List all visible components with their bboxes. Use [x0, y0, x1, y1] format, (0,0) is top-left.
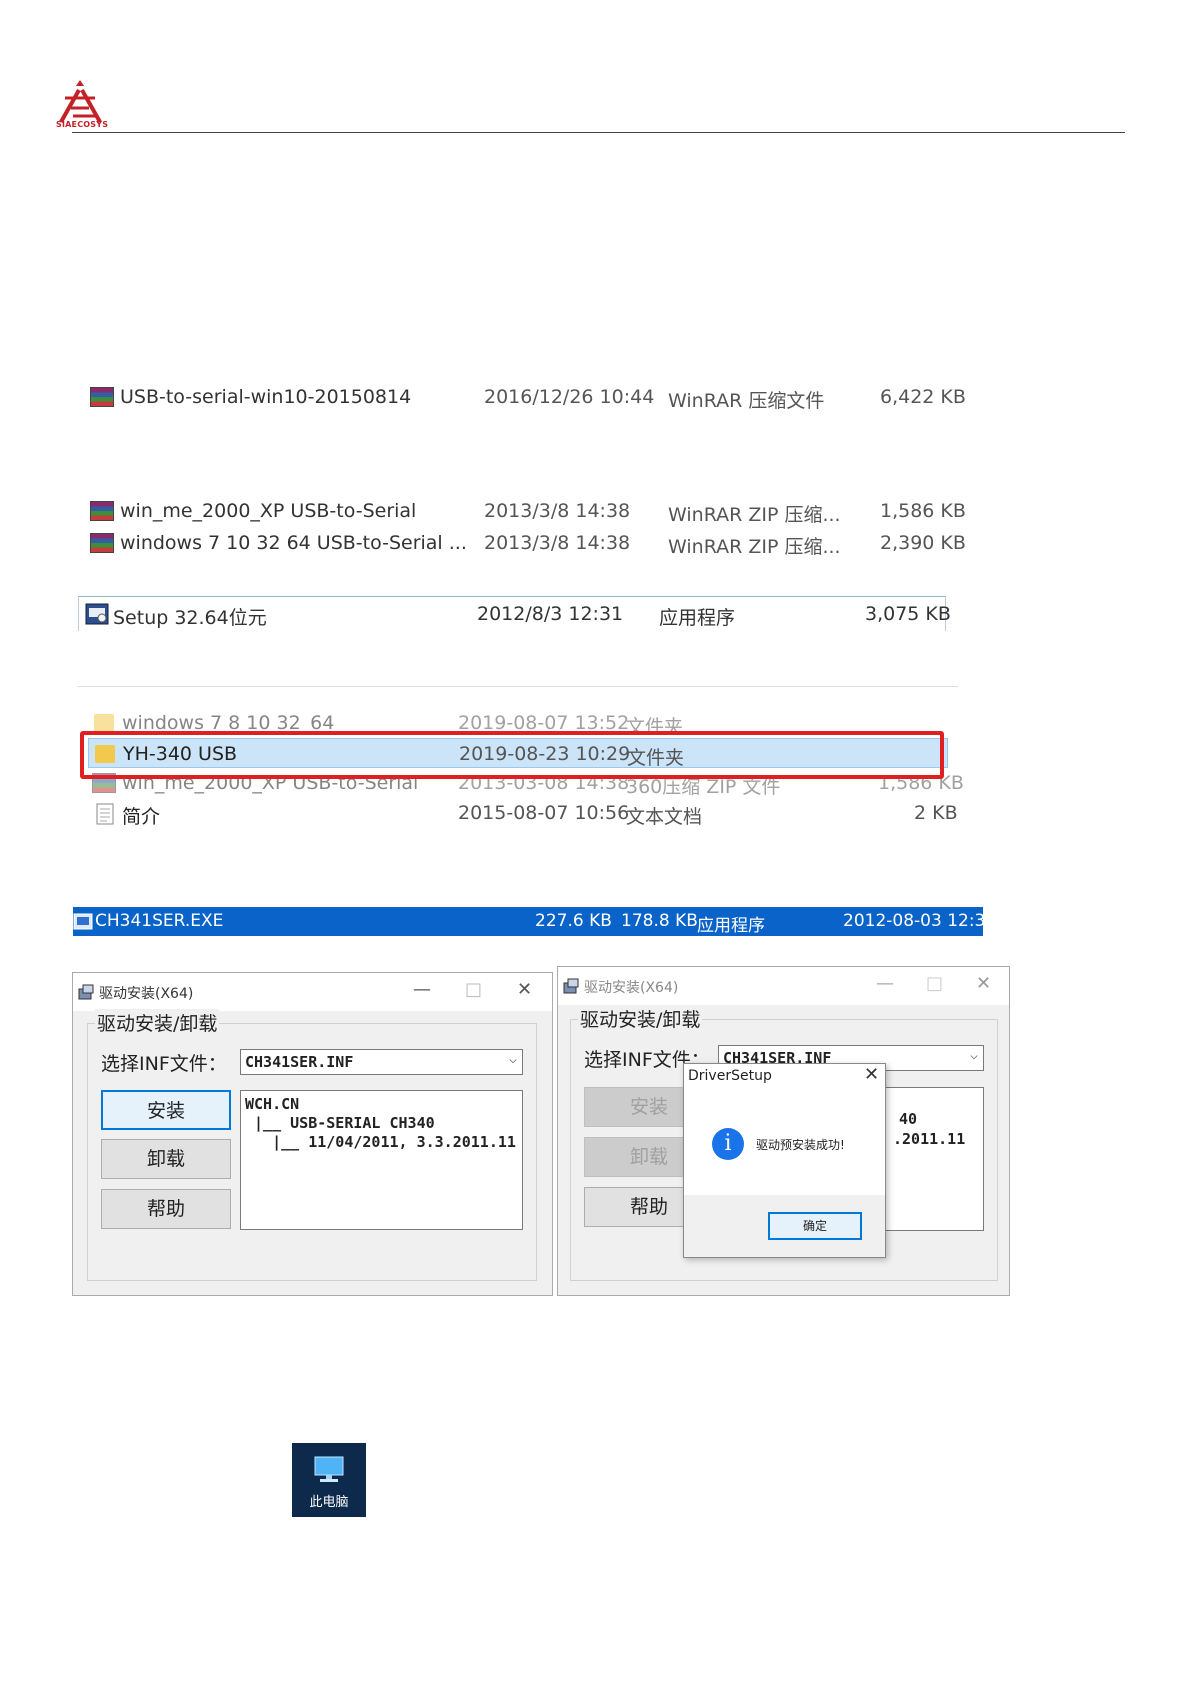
- file-type: 文本文档: [626, 806, 703, 828]
- winrar-archive-icon: [90, 533, 114, 553]
- logo-text: SIAECOSYS: [56, 120, 109, 129]
- info-line: |__ 11/04/2011, 3.3.2011.11: [245, 1133, 516, 1151]
- file-type: WinRAR 压缩文件: [668, 390, 825, 412]
- file-name: 简介: [122, 806, 161, 828]
- winrar-archive-icon: [90, 501, 114, 521]
- file-date: 2013/3/8 14:38: [484, 500, 631, 522]
- file-name: Setup 32.64位元: [113, 607, 267, 629]
- driver-installer-window-left: 驱动安装(X64) — □ ✕ 驱动安装/卸载 选择INF文件： CH341SE…: [72, 972, 553, 1296]
- file-size: 227.6 KB: [535, 911, 612, 931]
- file-type: WinRAR ZIP 压缩...: [668, 536, 841, 558]
- maximize-icon[interactable]: □: [926, 973, 943, 994]
- inf-file-select[interactable]: CH341SER.INF ⌵: [240, 1049, 523, 1075]
- close-icon[interactable]: ✕: [517, 979, 532, 1000]
- driver-setup-dialog: DriverSetup ✕ i 驱动预安装成功! 确定: [683, 1063, 886, 1258]
- file-date: 2012/8/3 12:31: [477, 603, 624, 625]
- dialog-title: DriverSetup: [688, 1068, 772, 1084]
- info-line: WCH.CN: [245, 1095, 300, 1113]
- header-divider: [72, 132, 1125, 133]
- group-label: 驱动安装/卸载: [578, 1005, 703, 1032]
- file-row-ch341ser-exe[interactable]: CH341SER.EXE 227.6 KB 178.8 KB 应用程序 2012…: [73, 907, 996, 936]
- inf-file-value: CH341SER.INF: [245, 1053, 354, 1071]
- file-type: 应用程序: [697, 916, 765, 936]
- file-name: windows 7 10 32 64 USB-to-Serial ...: [120, 532, 467, 554]
- info-line: .2011.11: [893, 1130, 966, 1148]
- window-title: 驱动安装(X64): [99, 986, 194, 1002]
- this-pc-label: 此电脑: [309, 1495, 349, 1510]
- title-bar: 驱动安装(X64) — □ ✕: [73, 973, 552, 1011]
- driver-info-box: WCH.CN |__ USB-SERIAL CH340 |__ 11/04/20…: [240, 1090, 523, 1230]
- file-row-win-me-2000[interactable]: win_me_2000_XP USB-to-Serial 2013/3/8 14…: [88, 496, 966, 526]
- ok-button[interactable]: 确定: [768, 1212, 862, 1240]
- file-date: 2016/12/26 10:44: [484, 386, 655, 408]
- application-icon: [73, 913, 93, 930]
- highlight-box-yh-340: [80, 731, 944, 779]
- file-date: 2012-08-03 12:30: [843, 911, 997, 931]
- installer-app-icon: [563, 978, 579, 994]
- inf-label: 选择INF文件：: [101, 1053, 227, 1075]
- file-name: win_me_2000_XP USB-to-Serial: [120, 500, 417, 522]
- information-icon: i: [712, 1128, 744, 1160]
- minimize-icon[interactable]: —: [413, 979, 431, 1000]
- chevron-down-icon: ⌵: [509, 1052, 517, 1067]
- column-header-strip: [78, 680, 958, 687]
- group-label: 驱动安装/卸载: [95, 1009, 220, 1036]
- computer-monitor-icon: [314, 1456, 344, 1482]
- text-document-icon: [96, 803, 114, 825]
- this-pc-desktop-tile[interactable]: 此电脑: [292, 1443, 366, 1517]
- file-packed-size: 178.8 KB: [621, 911, 698, 931]
- file-size: 3,075 KB: [865, 603, 951, 625]
- info-line: |__ USB-SERIAL CH340: [245, 1114, 435, 1132]
- file-size: 6,422 KB: [880, 386, 966, 408]
- minimize-icon[interactable]: —: [876, 973, 894, 994]
- setup-application-icon: [85, 603, 109, 625]
- dialog-message: 驱动预安装成功!: [756, 1138, 845, 1152]
- file-row-windows-7-10[interactable]: windows 7 10 32 64 USB-to-Serial ... 201…: [88, 528, 966, 558]
- file-size: 2,390 KB: [880, 532, 966, 554]
- close-icon[interactable]: ✕: [976, 973, 991, 994]
- uninstall-button[interactable]: 卸载: [101, 1139, 231, 1179]
- file-size: 2 KB: [914, 802, 958, 824]
- file-row-intro-txt[interactable]: 简介 2015-08-07 10:56 文本文档 2 KB: [88, 798, 958, 828]
- file-row-setup[interactable]: Setup 32.64位元 2012/8/3 12:31 应用程序 3,075 …: [78, 596, 951, 631]
- title-bar: 驱动安装(X64) — □ ✕: [558, 967, 1009, 1005]
- close-icon[interactable]: ✕: [864, 1064, 879, 1085]
- window-title: 驱动安装(X64): [584, 980, 679, 996]
- install-button[interactable]: 安装: [101, 1090, 231, 1130]
- chevron-down-icon: ⌵: [970, 1048, 978, 1063]
- folder-icon: [94, 714, 114, 732]
- file-type: WinRAR ZIP 压缩...: [668, 504, 841, 526]
- file-date: 2015-08-07 10:56: [458, 802, 630, 824]
- file-size: 1,586 KB: [880, 500, 966, 522]
- file-date: 2013/3/8 14:38: [484, 532, 631, 554]
- info-line: 40: [899, 1110, 918, 1128]
- file-row-usb-win10[interactable]: USB-to-serial-win10-20150814 2016/12/26 …: [88, 382, 966, 412]
- file-type: 应用程序: [659, 607, 736, 629]
- maximize-icon[interactable]: □: [465, 979, 482, 1000]
- installer-app-icon: [78, 984, 94, 1000]
- file-name: USB-to-serial-win10-20150814: [120, 386, 412, 408]
- file-name: CH341SER.EXE: [95, 911, 224, 931]
- help-button[interactable]: 帮助: [101, 1189, 231, 1229]
- winrar-archive-icon: [90, 387, 114, 407]
